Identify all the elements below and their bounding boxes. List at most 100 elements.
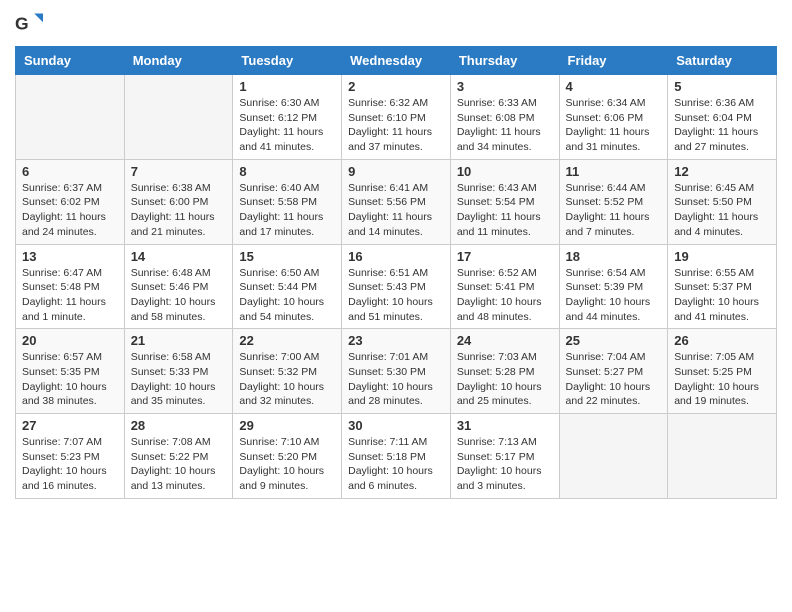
day-number: 10: [457, 164, 553, 179]
day-cell: [124, 75, 233, 160]
day-info: Sunrise: 6:48 AM Sunset: 5:46 PM Dayligh…: [131, 266, 227, 325]
day-number: 12: [674, 164, 770, 179]
weekday-header-wednesday: Wednesday: [342, 47, 451, 75]
day-info: Sunrise: 7:01 AM Sunset: 5:30 PM Dayligh…: [348, 350, 444, 409]
calendar-table: SundayMondayTuesdayWednesdayThursdayFrid…: [15, 46, 777, 499]
day-cell: 2 Sunrise: 6:32 AM Sunset: 6:10 PM Daylig…: [342, 75, 451, 160]
day-info: Sunrise: 6:43 AM Sunset: 5:54 PM Dayligh…: [457, 181, 553, 240]
day-cell: [16, 75, 125, 160]
day-info: Sunrise: 6:47 AM Sunset: 5:48 PM Dayligh…: [22, 266, 118, 325]
day-number: 19: [674, 249, 770, 264]
day-info: Sunrise: 7:08 AM Sunset: 5:22 PM Dayligh…: [131, 435, 227, 494]
svg-text:G: G: [15, 13, 29, 33]
page-header: G: [15, 10, 777, 38]
day-info: Sunrise: 6:41 AM Sunset: 5:56 PM Dayligh…: [348, 181, 444, 240]
day-info: Sunrise: 6:44 AM Sunset: 5:52 PM Dayligh…: [566, 181, 662, 240]
week-row-1: 1 Sunrise: 6:30 AM Sunset: 6:12 PM Daylig…: [16, 75, 777, 160]
day-cell: 9Sunrise: 6:41 AM Sunset: 5:56 PM Daylig…: [342, 159, 451, 244]
logo: G: [15, 10, 47, 38]
day-cell: 14Sunrise: 6:48 AM Sunset: 5:46 PM Dayli…: [124, 244, 233, 329]
day-info: Sunrise: 7:03 AM Sunset: 5:28 PM Dayligh…: [457, 350, 553, 409]
day-number: 2: [348, 79, 444, 94]
day-number: 20: [22, 333, 118, 348]
day-cell: 28 Sunrise: 7:08 AM Sunset: 5:22 PM Dayli…: [124, 414, 233, 499]
day-number: 7: [131, 164, 227, 179]
day-number: 31: [457, 418, 553, 433]
day-number: 16: [348, 249, 444, 264]
week-row-4: 20 Sunrise: 6:57 AM Sunset: 5:35 PM Dayli…: [16, 329, 777, 414]
day-cell: 20 Sunrise: 6:57 AM Sunset: 5:35 PM Dayli…: [16, 329, 125, 414]
day-info: Sunrise: 6:34 AM Sunset: 6:06 PM Dayligh…: [566, 96, 662, 155]
day-number: 23: [348, 333, 444, 348]
day-info: Sunrise: 6:45 AM Sunset: 5:50 PM Dayligh…: [674, 181, 770, 240]
day-cell: 5 Sunrise: 6:36 AM Sunset: 6:04 PM Daylig…: [668, 75, 777, 160]
day-info: Sunrise: 6:36 AM Sunset: 6:04 PM Dayligh…: [674, 96, 770, 155]
week-row-5: 27 Sunrise: 7:07 AM Sunset: 5:23 PM Dayli…: [16, 414, 777, 499]
day-number: 1: [239, 79, 335, 94]
day-number: 13: [22, 249, 118, 264]
day-cell: 6Sunrise: 6:37 AM Sunset: 6:02 PM Daylig…: [16, 159, 125, 244]
day-cell: 31 Sunrise: 7:13 AM Sunset: 5:17 PM Dayli…: [450, 414, 559, 499]
day-info: Sunrise: 7:04 AM Sunset: 5:27 PM Dayligh…: [566, 350, 662, 409]
day-info: Sunrise: 6:30 AM Sunset: 6:12 PM Dayligh…: [239, 96, 335, 155]
day-cell: 13 Sunrise: 6:47 AM Sunset: 5:48 PM Dayli…: [16, 244, 125, 329]
day-info: Sunrise: 6:32 AM Sunset: 6:10 PM Dayligh…: [348, 96, 444, 155]
day-info: Sunrise: 7:05 AM Sunset: 5:25 PM Dayligh…: [674, 350, 770, 409]
day-cell: 22 Sunrise: 7:00 AM Sunset: 5:32 PM Dayli…: [233, 329, 342, 414]
day-info: Sunrise: 7:11 AM Sunset: 5:18 PM Dayligh…: [348, 435, 444, 494]
day-cell: 3 Sunrise: 6:33 AM Sunset: 6:08 PM Daylig…: [450, 75, 559, 160]
day-info: Sunrise: 7:10 AM Sunset: 5:20 PM Dayligh…: [239, 435, 335, 494]
day-cell: 12 Sunrise: 6:45 AM Sunset: 5:50 PM Dayli…: [668, 159, 777, 244]
day-number: 6: [22, 164, 118, 179]
day-number: 27: [22, 418, 118, 433]
day-cell: 11Sunrise: 6:44 AM Sunset: 5:52 PM Dayli…: [559, 159, 668, 244]
day-info: Sunrise: 6:50 AM Sunset: 5:44 PM Dayligh…: [239, 266, 335, 325]
week-row-2: 6Sunrise: 6:37 AM Sunset: 6:02 PM Daylig…: [16, 159, 777, 244]
day-cell: 1 Sunrise: 6:30 AM Sunset: 6:12 PM Daylig…: [233, 75, 342, 160]
weekday-header-thursday: Thursday: [450, 47, 559, 75]
day-number: 8: [239, 164, 335, 179]
day-info: Sunrise: 6:33 AM Sunset: 6:08 PM Dayligh…: [457, 96, 553, 155]
day-cell: [559, 414, 668, 499]
day-number: 24: [457, 333, 553, 348]
day-info: Sunrise: 7:07 AM Sunset: 5:23 PM Dayligh…: [22, 435, 118, 494]
weekday-header-saturday: Saturday: [668, 47, 777, 75]
day-number: 25: [566, 333, 662, 348]
day-cell: 30 Sunrise: 7:11 AM Sunset: 5:18 PM Dayli…: [342, 414, 451, 499]
day-number: 18: [566, 249, 662, 264]
day-info: Sunrise: 6:55 AM Sunset: 5:37 PM Dayligh…: [674, 266, 770, 325]
day-info: Sunrise: 6:40 AM Sunset: 5:58 PM Dayligh…: [239, 181, 335, 240]
day-cell: 23 Sunrise: 7:01 AM Sunset: 5:30 PM Dayli…: [342, 329, 451, 414]
weekday-header-friday: Friday: [559, 47, 668, 75]
day-cell: 4Sunrise: 6:34 AM Sunset: 6:06 PM Daylig…: [559, 75, 668, 160]
day-cell: 8 Sunrise: 6:40 AM Sunset: 5:58 PM Daylig…: [233, 159, 342, 244]
day-cell: 16 Sunrise: 6:51 AM Sunset: 5:43 PM Dayli…: [342, 244, 451, 329]
day-cell: 21Sunrise: 6:58 AM Sunset: 5:33 PM Dayli…: [124, 329, 233, 414]
day-cell: 7 Sunrise: 6:38 AM Sunset: 6:00 PM Daylig…: [124, 159, 233, 244]
day-info: Sunrise: 7:13 AM Sunset: 5:17 PM Dayligh…: [457, 435, 553, 494]
day-number: 30: [348, 418, 444, 433]
day-number: 5: [674, 79, 770, 94]
day-info: Sunrise: 7:00 AM Sunset: 5:32 PM Dayligh…: [239, 350, 335, 409]
day-info: Sunrise: 6:51 AM Sunset: 5:43 PM Dayligh…: [348, 266, 444, 325]
day-cell: 24 Sunrise: 7:03 AM Sunset: 5:28 PM Dayli…: [450, 329, 559, 414]
day-cell: 29 Sunrise: 7:10 AM Sunset: 5:20 PM Dayli…: [233, 414, 342, 499]
day-cell: 17Sunrise: 6:52 AM Sunset: 5:41 PM Dayli…: [450, 244, 559, 329]
day-number: 3: [457, 79, 553, 94]
weekday-header-tuesday: Tuesday: [233, 47, 342, 75]
day-number: 22: [239, 333, 335, 348]
day-cell: 26Sunrise: 7:05 AM Sunset: 5:25 PM Dayli…: [668, 329, 777, 414]
day-info: Sunrise: 6:58 AM Sunset: 5:33 PM Dayligh…: [131, 350, 227, 409]
day-cell: 18Sunrise: 6:54 AM Sunset: 5:39 PM Dayli…: [559, 244, 668, 329]
day-number: 29: [239, 418, 335, 433]
logo-icon: G: [15, 10, 43, 38]
day-info: Sunrise: 6:57 AM Sunset: 5:35 PM Dayligh…: [22, 350, 118, 409]
weekday-header-monday: Monday: [124, 47, 233, 75]
weekday-header-sunday: Sunday: [16, 47, 125, 75]
day-number: 28: [131, 418, 227, 433]
day-cell: 27 Sunrise: 7:07 AM Sunset: 5:23 PM Dayli…: [16, 414, 125, 499]
day-cell: 15Sunrise: 6:50 AM Sunset: 5:44 PM Dayli…: [233, 244, 342, 329]
weekday-header-row: SundayMondayTuesdayWednesdayThursdayFrid…: [16, 47, 777, 75]
week-row-3: 13 Sunrise: 6:47 AM Sunset: 5:48 PM Dayli…: [16, 244, 777, 329]
day-info: Sunrise: 6:38 AM Sunset: 6:00 PM Dayligh…: [131, 181, 227, 240]
